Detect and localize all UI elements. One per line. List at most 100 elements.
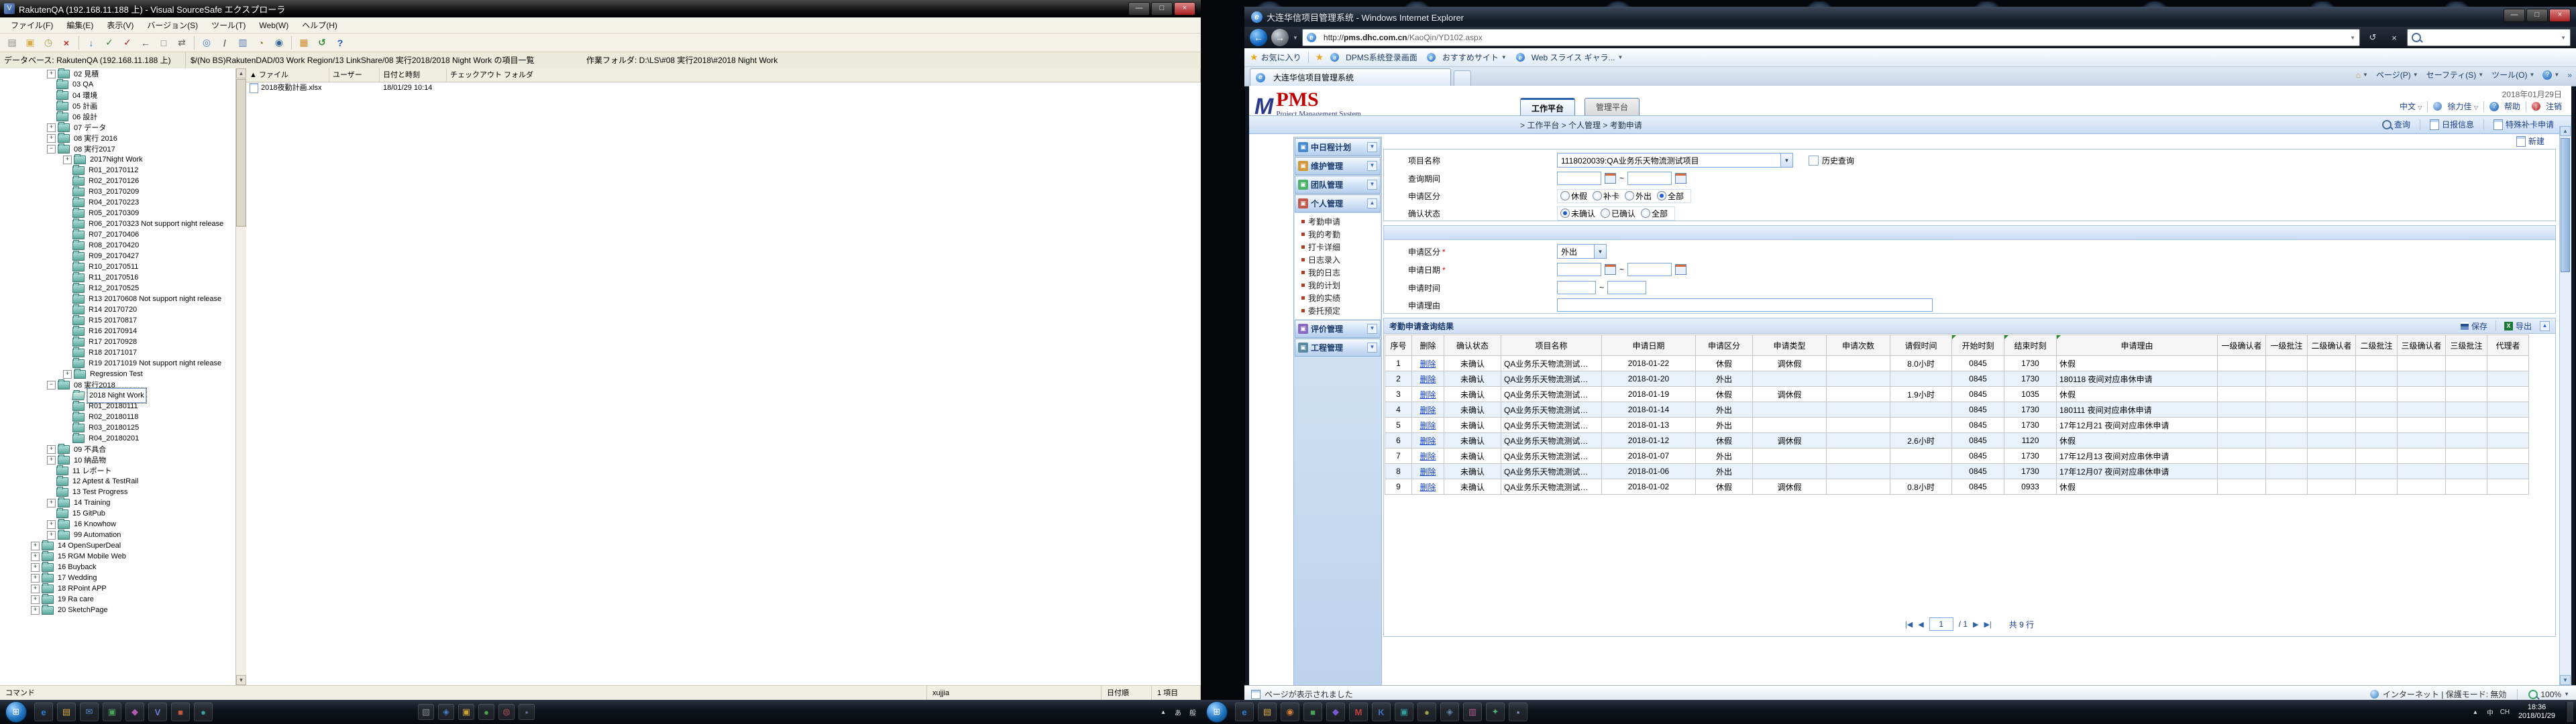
tree-item[interactable]: +20 SketchPage <box>0 605 246 615</box>
app-icon-7[interactable]: ■ <box>171 703 190 721</box>
chevron-down-icon[interactable]: ▼ <box>1367 161 1377 171</box>
file-column-2[interactable]: 日付と時刻 <box>380 68 447 82</box>
tree-item[interactable]: 04 環境 <box>0 90 246 101</box>
menu-ヘルプ(H)[interactable]: ヘルプ(H) <box>297 17 343 33</box>
language-select[interactable]: 中文 ▽ <box>2400 101 2422 112</box>
tree-item[interactable]: 12 Aptest & TestRail <box>0 476 246 487</box>
app-icon-13[interactable]: ◍ <box>498 704 515 720</box>
expand-icon[interactable]: + <box>47 520 56 529</box>
tree-item[interactable]: +19 Ra care <box>0 594 246 605</box>
column-结束时刻[interactable]: 结束时刻 <box>2004 335 2057 356</box>
mail-app-icon[interactable]: ✉ <box>80 703 99 721</box>
column-申请区分[interactable]: 申请区分 <box>1696 335 1753 356</box>
menu-表示(V)[interactable]: 表示(V) <box>101 17 139 33</box>
file-column-3[interactable]: チェックアウト フォルダ <box>447 68 1201 82</box>
label-version-icon[interactable]: ◷ <box>40 35 56 51</box>
chevron-down-icon[interactable]: ▼ <box>1367 180 1377 190</box>
favorite-Web スライス ギャラ...[interactable]: eWeb スライス ギャラ...▼ <box>1516 52 1623 63</box>
ie-icon[interactable]: e <box>34 703 53 721</box>
calendar-icon[interactable] <box>1605 264 1616 275</box>
menu-section-工程管理[interactable]: ▣工程管理▼ <box>1295 339 1381 357</box>
menu-item-打卡详细[interactable]: 打卡详细 <box>1295 241 1381 253</box>
save-button[interactable]: 保存 <box>2461 320 2487 332</box>
column-二级批注[interactable]: 二级批注 <box>2356 335 2398 356</box>
file-list[interactable]: ▲ ファイルユーザー日付と時刻チェックアウト フォルダ 2018夜勤計画.xls… <box>246 68 1201 685</box>
tree-item[interactable]: +18 RPoint APP <box>0 583 246 594</box>
collapse-icon[interactable]: − <box>47 381 56 389</box>
app-icon-10[interactable]: ◈ <box>1440 703 1459 721</box>
column-申请日期[interactable]: 申请日期 <box>1602 335 1696 356</box>
menu-item-日志录入[interactable]: 日志录入 <box>1295 253 1381 266</box>
expand-icon[interactable]: + <box>31 542 40 550</box>
column-确认状态[interactable]: 确认状态 <box>1444 335 1501 356</box>
add-favorite-button[interactable]: ★ <box>1316 52 1324 63</box>
tree-item[interactable]: R01_20180111 <box>0 401 246 412</box>
tree-item[interactable]: +2017Night Work <box>0 154 246 165</box>
app-icon-5[interactable]: ◆ <box>125 703 144 721</box>
menu-item-我的考勤[interactable]: 我的考勤 <box>1295 228 1381 241</box>
delete-link[interactable]: 删除 <box>1419 375 1436 384</box>
tree-item[interactable]: R07_20170406 <box>0 229 246 240</box>
action-查询[interactable]: 查询 <box>2382 119 2410 130</box>
menu-Web(W)[interactable]: Web(W) <box>254 19 294 32</box>
tray-icon-あ[interactable]: あ <box>1173 707 1183 717</box>
command-ツール(O)[interactable]: ツール(O)▼ <box>2491 69 2534 80</box>
column-申请理由[interactable]: 申请理由 <box>2057 335 2218 356</box>
expand-icon[interactable]: + <box>31 585 40 593</box>
tree-item[interactable]: +99 Automation <box>0 530 246 540</box>
entry-time-to-input[interactable] <box>1607 281 1646 294</box>
cell-删除[interactable]: 删除 <box>1412 479 1444 495</box>
favorite-おすすめサイト[interactable]: eおすすめサイト▼ <box>1427 52 1507 63</box>
favorite-DPMS系统登录画面[interactable]: eDPMS系统登录画面 <box>1330 52 1417 63</box>
delete-link[interactable]: 删除 <box>1419 436 1436 446</box>
minimize-button[interactable]: — <box>1128 2 1150 15</box>
forward-button[interactable]: → <box>1271 29 1289 46</box>
media-app-icon[interactable]: ◉ <box>1281 703 1299 721</box>
tree-item[interactable]: +07 データ <box>0 122 246 133</box>
first-page-icon[interactable]: |◀ <box>1905 620 1913 629</box>
ie-help-button[interactable]: ?▼ <box>2542 70 2559 80</box>
period-to-input[interactable] <box>1627 172 1672 185</box>
tray-icon-▴[interactable]: ▴ <box>2470 707 2481 717</box>
collapse-panel-icon[interactable]: ▲ <box>2540 321 2550 331</box>
tree-item[interactable]: R02_20170126 <box>0 176 246 186</box>
column-请假时间[interactable]: 请假时间 <box>1890 335 1952 356</box>
tree-item[interactable]: +09 不具合 <box>0 444 246 455</box>
command-ページ(P)[interactable]: ページ(P)▼ <box>2376 69 2418 80</box>
search-options-icon[interactable]: ▼ <box>2561 35 2566 41</box>
favorites-button[interactable]: ★ お気に入り <box>1250 52 1301 63</box>
new-button[interactable]: 新建 <box>2516 135 2544 147</box>
show-desktop-button[interactable] <box>2566 702 2573 722</box>
file-row[interactable]: 2018夜勤計画.xlsx18/01/29 10:14 <box>246 82 1201 94</box>
app-icon-8[interactable]: ● <box>194 703 213 721</box>
kubun-radio-全部[interactable] <box>1657 191 1666 200</box>
export-button[interactable]: X导出 <box>2504 320 2532 332</box>
ime-language-indicator[interactable]: CH <box>2500 707 2510 717</box>
command-overflow-icon[interactable]: » <box>2567 70 2572 80</box>
tree-item[interactable]: +10 納品物 <box>0 455 246 465</box>
scroll-up-icon[interactable]: ▲ <box>2560 126 2571 136</box>
column-三级确认者[interactable]: 三级确认者 <box>2398 335 2446 356</box>
tree-item[interactable]: 03 QA <box>0 79 246 90</box>
app-icon-11[interactable]: ▣ <box>458 704 474 720</box>
tree-item[interactable]: R08_20170420 <box>0 240 246 251</box>
column-删除[interactable]: 删除 <box>1412 335 1444 356</box>
action-日报信息[interactable]: 日报信息 <box>2430 119 2474 130</box>
check-out-icon[interactable]: ✓ <box>101 35 117 51</box>
tree-item[interactable]: +Regression Test <box>0 369 246 379</box>
refresh-icon[interactable]: ↺ <box>314 35 330 51</box>
address-bar[interactable]: e http://pms.dhc.com.cn/KaoQin/YD102.asp… <box>1302 29 2360 46</box>
delete-link[interactable]: 删除 <box>1419 406 1436 415</box>
tree-item[interactable]: R05_20170309 <box>0 208 246 219</box>
expand-icon[interactable]: + <box>47 123 56 132</box>
edit-file-icon[interactable]: / <box>217 35 233 51</box>
column-一级确认者[interactable]: 一级确认者 <box>2218 335 2266 356</box>
cell-删除[interactable]: 删除 <box>1412 418 1444 433</box>
project-tree[interactable]: +02 見積03 QA04 環境05 計画06 設計+07 データ+08 実行 … <box>0 68 246 685</box>
column-申请类型[interactable]: 申请类型 <box>1753 335 1827 356</box>
app-icon-6[interactable]: V <box>148 703 167 721</box>
column-三级批注[interactable]: 三级批注 <box>2446 335 2487 356</box>
expand-icon[interactable]: + <box>47 531 56 540</box>
back-button[interactable]: ← <box>1250 29 1267 46</box>
menu-item-考勤申请[interactable]: 考勤申请 <box>1295 215 1381 228</box>
